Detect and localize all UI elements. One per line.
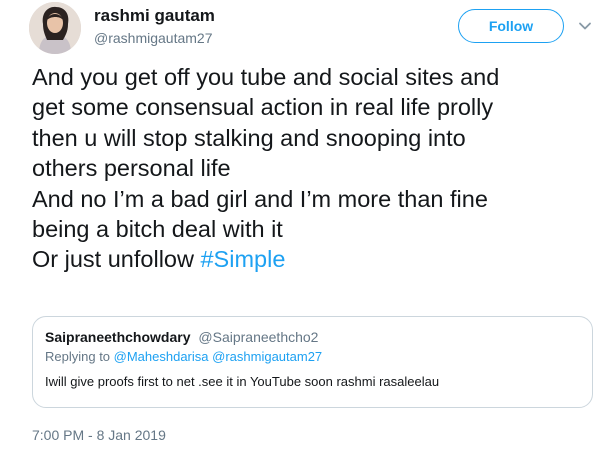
user-handle[interactable]: @rashmigautam27 (94, 30, 213, 46)
quoted-tweet-header: Saipraneethchowdary @Saipraneethcho2 (45, 329, 580, 345)
tweet-text-line: And you get off you tube and social site… (32, 64, 500, 90)
tweet-text: And you get off you tube and social site… (32, 62, 598, 275)
quoted-user-handle: @Saipraneethcho2 (198, 329, 319, 345)
follow-button[interactable]: Follow (458, 9, 564, 43)
tweet-card: rashmi gautam @rashmigautam27 Follow And… (0, 0, 600, 450)
tweet-text-last-line: Or just unfollow #Simple (32, 244, 598, 274)
tweet-timestamp[interactable]: 7:00 PM - 8 Jan 2019 (32, 427, 166, 443)
replying-to-label: Replying to (45, 349, 114, 364)
quoted-display-name: Saipraneethchowdary (45, 329, 191, 345)
tweet-text-line: Or just unfollow (32, 246, 201, 273)
display-name[interactable]: rashmi gautam (94, 6, 215, 26)
avatar-photo (29, 2, 81, 54)
tweet-text-line: then u will stop stalking and snooping i… (32, 124, 466, 151)
tweet-text-line: being a bitch deal with it (32, 216, 283, 243)
chevron-down-icon[interactable] (578, 19, 592, 33)
quoted-tweet[interactable]: Saipraneethchowdary @Saipraneethcho2 Rep… (32, 316, 593, 408)
tweet-text-line: get some consensual action in real life … (32, 94, 494, 121)
hashtag-link[interactable]: #Simple (200, 246, 285, 272)
mention-link[interactable]: @Maheshdarisa (114, 349, 209, 364)
quoted-tweet-text: Iwill give proofs first to net .see it i… (45, 374, 440, 389)
avatar[interactable] (29, 2, 81, 54)
replying-to: Replying to @Maheshdarisa @rashmigautam2… (45, 349, 580, 364)
mention-link[interactable]: @rashmigautam27 (212, 349, 322, 364)
tweet-text-line: others personal life (32, 155, 231, 182)
tweet-text-line: And no I’m a bad girl and I’m more than … (32, 185, 488, 212)
